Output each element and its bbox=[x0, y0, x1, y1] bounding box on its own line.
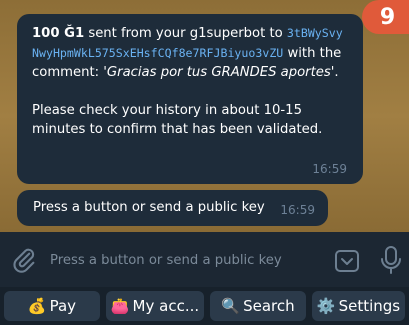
purse-icon: 👛 bbox=[110, 297, 130, 315]
settings-button-label: Settings bbox=[338, 297, 401, 315]
prompt-text: Press a button or send a public key bbox=[33, 200, 265, 215]
money-bag-icon: 💰 bbox=[27, 297, 47, 315]
message-time: 16:59 bbox=[312, 161, 347, 176]
pay-button[interactable]: 💰 Pay bbox=[4, 291, 100, 321]
microphone-icon[interactable] bbox=[380, 244, 402, 276]
settings-button[interactable]: ⚙️ Settings bbox=[312, 291, 405, 321]
keyboard-toggle-icon[interactable] bbox=[334, 248, 360, 274]
message-bubble-prompt: Press a button or send a public key 16:5… bbox=[17, 190, 328, 226]
message-text: sent from your g1superbot to bbox=[84, 26, 287, 41]
message-input-bar bbox=[0, 232, 409, 287]
search-button[interactable]: 🔍 Search bbox=[210, 291, 306, 321]
paperclip-icon[interactable] bbox=[10, 246, 38, 274]
pay-button-label: Pay bbox=[49, 297, 77, 315]
message-bubble-transfer: 100 Ğ1 sent from your g1superbot to 3tBW… bbox=[17, 14, 363, 184]
message-input[interactable] bbox=[50, 249, 320, 271]
message-text: '. bbox=[330, 65, 339, 80]
unread-count: 9 bbox=[379, 4, 396, 30]
unread-count-badge[interactable]: 9 bbox=[362, 0, 409, 34]
transfer-amount: 100 Ğ1 bbox=[32, 26, 85, 41]
gear-icon: ⚙️ bbox=[316, 297, 336, 315]
message-time: 16:59 bbox=[280, 203, 315, 217]
magnifier-icon: 🔍 bbox=[221, 297, 241, 315]
search-button-label: Search bbox=[243, 297, 295, 315]
my-account-button-label: My acc... bbox=[132, 297, 200, 315]
bot-keyboard: 💰 Pay 👛 My acc... 🔍 Search ⚙️ Settings bbox=[0, 287, 409, 325]
my-account-button[interactable]: 👛 My acc... bbox=[106, 291, 204, 321]
transfer-comment: Gracias por tus GRANDES aportes bbox=[106, 65, 331, 80]
history-instruction: Please check your history in about 10-15… bbox=[32, 102, 323, 138]
